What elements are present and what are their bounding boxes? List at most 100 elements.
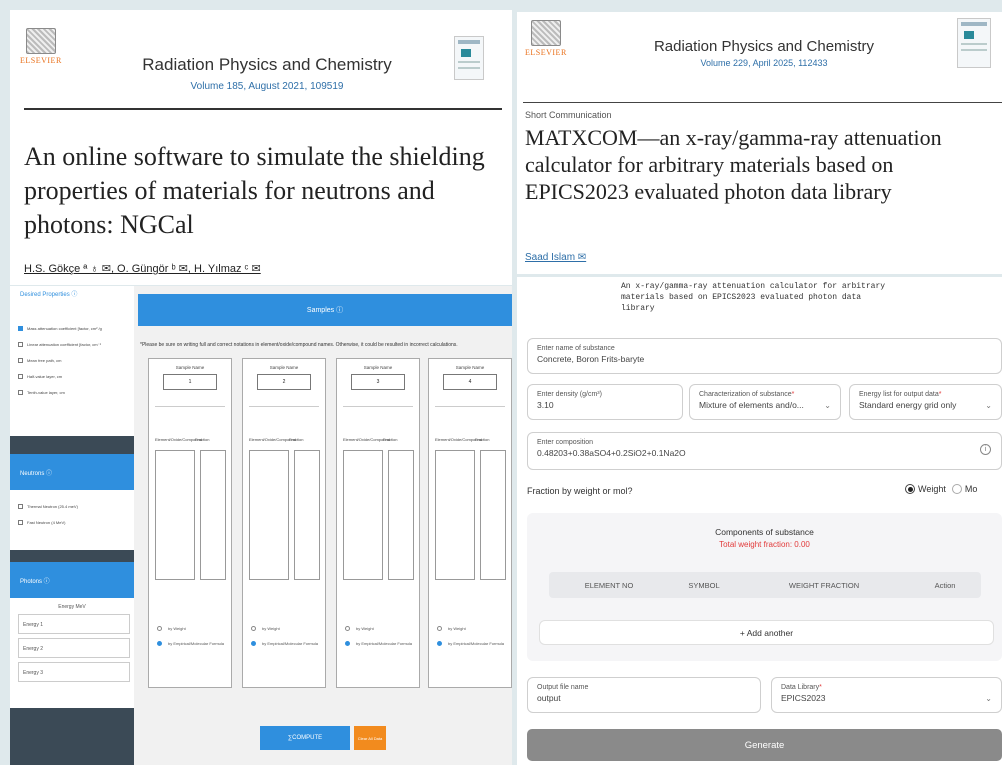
checkbox-icon[interactable] [18, 341, 23, 347]
checkbox-icon[interactable] [18, 373, 23, 379]
property-option[interactable]: Tenth-value layer, cm [10, 384, 134, 400]
radio-icon[interactable] [251, 641, 256, 646]
author-list[interactable]: Saad Islam ✉ [525, 252, 586, 263]
mol-radio[interactable] [951, 484, 962, 494]
field-label: Data Library* [781, 684, 822, 691]
radio-icon[interactable] [345, 626, 350, 631]
energy-input[interactable]: Energy 2 [18, 638, 130, 658]
radio-icon[interactable] [157, 641, 162, 646]
density-field[interactable]: Enter density (g/cm³) 3.10 [527, 384, 683, 420]
by-weight-radio[interactable]: by Weight [157, 626, 231, 631]
journal-volume[interactable]: Volume 185, August 2021, 109519 [122, 81, 412, 92]
output-file-field[interactable]: Output file name output [527, 677, 761, 713]
radio-icon[interactable] [251, 626, 256, 631]
neutron-option[interactable]: Fast Neutron (4 MeV) [10, 514, 134, 530]
info-icon[interactable]: i [980, 444, 991, 455]
energy-input[interactable]: Energy 1 [18, 614, 130, 634]
radio-icon[interactable] [345, 641, 350, 646]
checkbox-icon[interactable] [18, 519, 23, 525]
by-weight-radio[interactable]: by Weight [437, 626, 511, 631]
checkbox-icon[interactable] [18, 357, 23, 363]
journal-volume[interactable]: Volume 229, April 2025, 112433 [619, 58, 909, 68]
compound-column-label: Element/Oxide/Compound [249, 437, 296, 442]
output-file-input[interactable]: output [537, 693, 751, 703]
fraction-textarea[interactable] [200, 450, 226, 580]
data-library-select[interactable]: Data Library* EPICS2023 ⌄ [771, 677, 1002, 713]
chevron-down-icon[interactable]: ⌄ [824, 401, 831, 410]
field-label: Energy list for output data* [859, 391, 942, 398]
compute-button[interactable]: ∑COMPUTE [260, 726, 350, 750]
neutron-option[interactable]: Thermal Neutron (25.4 meV) [10, 498, 134, 514]
journal-title[interactable]: Radiation Physics and Chemistry [619, 38, 909, 55]
fraction-column-label: Fraction [289, 437, 304, 442]
radio-icon[interactable] [437, 641, 442, 646]
journal-cover-image[interactable] [957, 18, 991, 68]
fraction-question: Fraction by weight or mol? [527, 486, 633, 496]
by-formula-radio[interactable]: by Empirical/Molecular Formula [345, 641, 419, 646]
total-weight-fraction: Total weight fraction: 0.00 [719, 540, 810, 549]
sample-name-input[interactable]: 1 [163, 374, 217, 390]
radio-icon[interactable] [437, 626, 442, 631]
journal-cover-image[interactable] [454, 36, 484, 80]
elsevier-wordmark: ELSEVIER [525, 48, 567, 57]
weight-radio[interactable] [905, 484, 915, 494]
sample-name-label: Sample Name [455, 365, 485, 370]
checkbox-icon[interactable] [18, 325, 23, 331]
journal-title[interactable]: Radiation Physics and Chemistry [122, 55, 412, 75]
sample-name-input[interactable]: 2 [257, 374, 311, 390]
property-label: Half-value layer, cm [27, 373, 63, 379]
clear-all-button[interactable]: Clear All Data [354, 726, 386, 750]
property-option[interactable]: Mean free path, cm [10, 352, 134, 368]
by-formula-radio[interactable]: by Empirical/Molecular Formula [437, 641, 511, 646]
characterization-value: Mixture of elements and/o... [699, 400, 804, 410]
field-label: Enter name of substance [537, 345, 615, 352]
fraction-textarea[interactable] [294, 450, 320, 580]
article-title: MATXCOM—an x-ray/gamma-ray attenuation c… [525, 125, 942, 204]
mol-radio-label: Mo [964, 484, 978, 494]
generate-button[interactable]: Generate [527, 729, 1002, 761]
energy-title: Energy MeV [58, 604, 86, 610]
compound-textarea[interactable] [155, 450, 195, 580]
author-list[interactable]: H.S. Gökçe ª ♁ ✉, O. Güngör ᵇ ✉, H. Yılm… [24, 262, 261, 275]
compound-textarea[interactable] [435, 450, 475, 580]
field-label: Output file name [537, 684, 589, 691]
property-option[interactable]: Half-value layer, cm [10, 368, 134, 384]
composition-field[interactable]: Enter composition 0.48203+0.38aSO4+0.2Si… [527, 432, 1002, 470]
energy-list-select[interactable]: Energy list for output data* Standard en… [849, 384, 1002, 420]
chevron-down-icon[interactable]: ⌄ [985, 401, 992, 410]
journal-name: Radiation Physics and Chemistry Volume 2… [619, 38, 909, 68]
by-weight-radio[interactable]: by Weight [251, 626, 325, 631]
density-input[interactable]: 3.10 [537, 400, 673, 410]
column-header: ELEMENT NO [584, 580, 634, 590]
sample-name-input[interactable]: 4 [443, 374, 497, 390]
energy-input[interactable]: Energy 3 [18, 662, 130, 682]
elsevier-wordmark: ELSEVIER [20, 56, 62, 65]
fraction-textarea[interactable] [388, 450, 414, 580]
compound-textarea[interactable] [249, 450, 289, 580]
weight-radio-label: Weight [918, 484, 946, 494]
by-formula-radio[interactable]: by Empirical/Molecular Formula [251, 641, 325, 646]
samples-header: Samples ⓘ [138, 294, 512, 326]
radio-icon[interactable] [157, 626, 162, 631]
checkbox-icon[interactable] [18, 503, 23, 509]
compound-textarea[interactable] [343, 450, 383, 580]
components-title: Components of substance [715, 527, 814, 537]
column-header: WEIGHT FRACTION [788, 580, 860, 590]
by-formula-radio[interactable]: by Empirical/Molecular Formula [157, 641, 231, 646]
by-weight-radio[interactable]: by Weight [345, 626, 419, 631]
substance-name-input[interactable]: Concrete, Boron Frits-baryte [537, 354, 992, 364]
composition-input[interactable]: 0.48203+0.38aSO4+0.2SiO2+0.1Na2O [537, 448, 992, 458]
fraction-textarea[interactable] [480, 450, 506, 580]
characterization-select[interactable]: Characterization of substance* Mixture o… [689, 384, 841, 420]
sample-name-input[interactable]: 3 [351, 374, 405, 390]
substance-name-field[interactable]: Enter name of substance Concrete, Boron … [527, 338, 1002, 374]
elsevier-tree-icon [25, 28, 56, 54]
sample-card: Sample Name 1 Element/Oxide/Compound Frac… [148, 358, 232, 688]
chevron-down-icon[interactable]: ⌄ [985, 694, 992, 703]
property-label: Tenth-value layer, cm [27, 389, 65, 395]
divider [24, 108, 502, 110]
property-option[interactable]: Linear attenuation coefficient [factor, … [10, 336, 134, 352]
checkbox-icon[interactable] [18, 389, 23, 395]
add-another-button[interactable]: + Add another [539, 620, 994, 645]
property-option[interactable]: Mass attenuation coefficient [factor, cm… [10, 320, 134, 336]
